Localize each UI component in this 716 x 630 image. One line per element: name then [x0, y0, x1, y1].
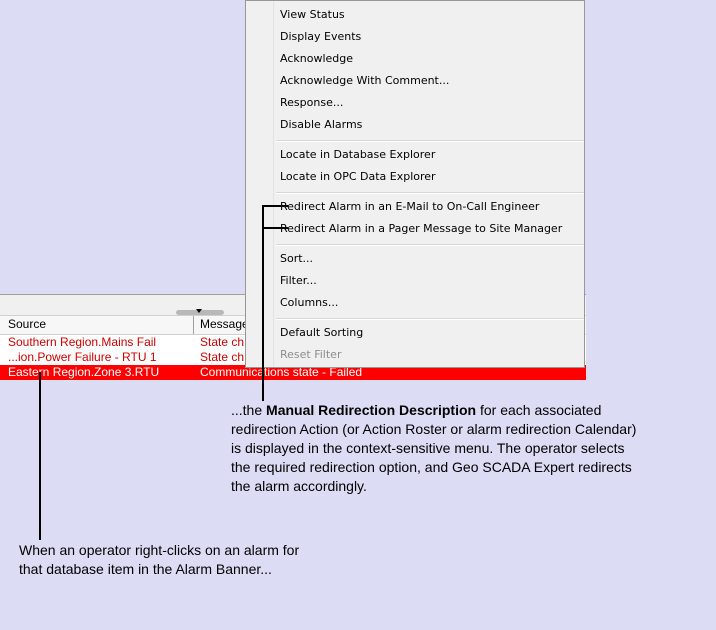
annotation-text: ...the	[231, 402, 267, 418]
callout-line-alarm	[39, 372, 41, 540]
menu-item-sort[interactable]: Sort...	[280, 249, 313, 269]
callout-line-vertical	[262, 205, 264, 401]
menu-item-view-status[interactable]: View Status	[280, 5, 345, 25]
alarm-message: State ch	[200, 350, 245, 364]
menu-item-locate-database-explorer[interactable]: Locate in Database Explorer	[280, 145, 435, 165]
annotation-line: When an operator right-clicks on an alar…	[19, 542, 300, 558]
menu-item-reset-filter: Reset Filter	[280, 348, 342, 361]
column-divider[interactable]	[193, 316, 194, 334]
annotation-line: the alarm accordingly.	[231, 478, 367, 494]
menu-item-response[interactable]: Response...	[280, 93, 343, 113]
annotation-bold-term: Manual Redirection Description	[266, 402, 477, 418]
menu-item-columns[interactable]: Columns...	[280, 293, 338, 313]
menu-icon-gutter	[273, 1, 274, 367]
menu-item-default-sorting[interactable]: Default Sorting	[280, 323, 363, 343]
menu-item-locate-opc-data-explorer[interactable]: Locate in OPC Data Explorer	[280, 167, 436, 187]
menu-item-acknowledge[interactable]: Acknowledge	[280, 49, 353, 69]
annotation-line: ...the Manual Redirection Description fo…	[231, 401, 711, 420]
annotation-line: that database item in the Alarm Banner..…	[19, 561, 272, 577]
menu-item-filter[interactable]: Filter...	[280, 271, 317, 291]
alarm-message: State ch	[200, 335, 245, 349]
annotation-line: is displayed in the context-sensitive me…	[231, 440, 625, 456]
column-header-message[interactable]: Message	[200, 317, 249, 331]
callout-line-email	[262, 205, 288, 207]
annotation-line: the required redirection option, and Geo…	[231, 459, 632, 475]
menu-separator	[276, 192, 584, 194]
menu-item-disable-alarms[interactable]: Disable Alarms	[280, 115, 362, 135]
menu-separator	[276, 318, 584, 320]
menu-item-redirect-pager[interactable]: Redirect Alarm in a Pager Message to Sit…	[280, 219, 562, 239]
menu-item-acknowledge-with-comment[interactable]: Acknowledge With Comment...	[280, 71, 449, 91]
menu-separator	[276, 244, 584, 246]
annotation-line: redirection Action (or Action Roster or …	[231, 421, 637, 437]
annotation-text: for each associated	[476, 402, 602, 418]
callout-line-pager	[262, 227, 288, 229]
alarm-source: ...ion.Power Failure - RTU 1	[8, 350, 157, 364]
menu-item-display-events[interactable]: Display Events	[280, 27, 361, 47]
alarm-source: Southern Region.Mains Fail	[8, 335, 157, 349]
menu-separator	[276, 140, 584, 142]
menu-item-redirect-email[interactable]: Redirect Alarm in an E-Mail to On-Call E…	[280, 197, 539, 217]
context-menu: View Status Display Events Acknowledge A…	[245, 0, 585, 368]
annotation-redirection: ...the Manual Redirection Description fo…	[231, 401, 711, 496]
chevron-down-icon	[196, 309, 202, 313]
alarm-source: Eastern Region.Zone 3.RTU	[8, 365, 160, 379]
annotation-right-click: When an operator right-clicks on an alar…	[19, 541, 379, 579]
column-header-source[interactable]: Source	[8, 317, 46, 331]
